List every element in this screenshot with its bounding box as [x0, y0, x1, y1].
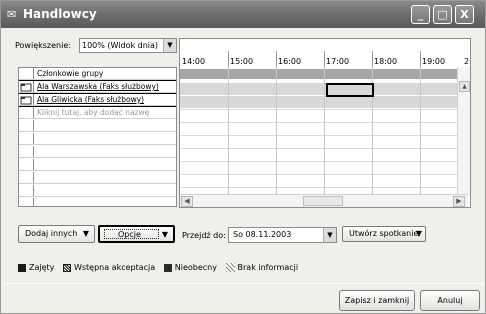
options-label: Opcje — [118, 230, 141, 239]
legend: Zajęty Wstępna akceptacja Nieobecny Brak… — [18, 263, 304, 272]
add-attendee-row[interactable]: Kliknij tutaj, aby dodać nazwę — [19, 107, 176, 119]
attendee-row[interactable]: Ala Warszawska (Faks służbowy) — [19, 81, 176, 93]
vertical-scrollbar[interactable]: ▲ — [457, 67, 470, 196]
caret-down-icon: ▼ — [415, 229, 422, 238]
no-info-swatch — [225, 263, 235, 272]
add-attendee-hint[interactable]: Kliknij tutaj, aby dodać nazwę — [37, 108, 149, 117]
chevron-down-icon[interactable]: ▼ — [163, 39, 176, 52]
time-label: 17:00 — [326, 57, 350, 66]
attendee-header-label: Członkowie grupy — [37, 69, 104, 78]
goto-date-value: So 08.11.2003 — [233, 230, 292, 239]
time-label: 2 — [464, 57, 470, 66]
horizontal-scrollbar[interactable]: ◀ ▶ — [180, 194, 468, 207]
legend-no-info: Brak informacji — [237, 263, 299, 272]
time-label: 14:00 — [182, 57, 206, 66]
goto-label: Przejdź do: — [182, 231, 226, 240]
create-meeting-button[interactable]: Utwórz spotkanie ▼ — [342, 226, 426, 242]
cancel-button[interactable]: Anuluj — [420, 290, 480, 311]
scroll-thumb[interactable] — [303, 196, 343, 206]
attendee-header-row: Członkowie grupy — [19, 68, 176, 80]
close-button[interactable]: X — [455, 5, 474, 24]
tentative-swatch — [62, 263, 71, 272]
user-card-icon — [20, 96, 32, 105]
dialog-window: ✉ Handlowcy _ □ X Powiększenie: 100% (Wi… — [0, 0, 486, 314]
attendee-name[interactable]: Ala Gliwicka (Faks służbowy) — [37, 95, 144, 104]
caret-down-icon: ▼ — [82, 229, 89, 238]
title-bar[interactable]: ✉ Handlowcy _ □ X — [1, 1, 485, 28]
scroll-left-icon[interactable]: ◀ — [181, 196, 193, 207]
attendee-row[interactable]: Ala Gliwicka (Faks służbowy) — [19, 94, 176, 106]
legend-tentative: Wstępna akceptacja — [73, 263, 156, 272]
scroll-right-icon[interactable]: ▶ — [453, 196, 465, 207]
create-meeting-label: Utwórz spotkanie — [349, 229, 419, 238]
scroll-up-icon[interactable]: ▲ — [459, 81, 470, 92]
out-of-office-swatch — [163, 263, 172, 272]
time-label: 19:00 — [422, 57, 446, 66]
freebusy-grid[interactable]: 14:00 15:00 16:00 17:00 18:00 19:00 2 ▲ — [179, 38, 471, 208]
busy-swatch — [18, 263, 26, 272]
legend-busy: Zajęty — [29, 263, 55, 272]
window-title: Handlowcy — [23, 7, 97, 21]
meeting-time-selection[interactable] — [326, 83, 374, 97]
attendee-list: Członkowie grupy Ala Warszawska (Faks sł… — [18, 67, 177, 207]
attendee-name[interactable]: Ala Warszawska (Faks służbowy) — [37, 82, 159, 91]
save-close-button[interactable]: Zapisz i zamknij — [339, 290, 415, 311]
chevron-down-icon[interactable]: ▼ — [323, 228, 336, 242]
handshake-icon: ✉ — [7, 8, 17, 21]
user-card-icon — [20, 83, 32, 92]
minimize-button[interactable]: _ — [411, 5, 430, 24]
options-button[interactable]: Opcje ▼ — [98, 225, 175, 243]
time-label: 16:00 — [278, 57, 302, 66]
add-others-button[interactable]: Dodaj innych ▼ — [18, 225, 95, 243]
time-label: 15:00 — [230, 57, 254, 66]
legend-out-of-office: Nieobecny — [174, 263, 217, 272]
caret-down-icon: ▼ — [161, 230, 168, 239]
zoom-label: Powiększenie: — [15, 41, 71, 50]
zoom-value: 100% (Widok dnia) — [82, 41, 159, 50]
zoom-select[interactable]: 100% (Widok dnia) ▼ — [79, 38, 177, 53]
divider — [5, 283, 483, 284]
time-label: 18:00 — [374, 57, 398, 66]
maximize-button[interactable]: □ — [433, 5, 452, 24]
add-others-label: Dodaj innych — [25, 229, 78, 238]
goto-date-picker[interactable]: So 08.11.2003 ▼ — [228, 227, 337, 243]
